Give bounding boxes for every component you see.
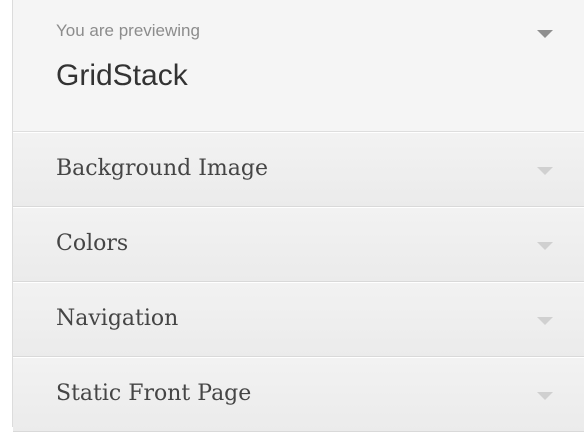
section-background-image[interactable]: Background Image: [13, 132, 584, 207]
customizer-panel: You are previewing GridStack Background …: [12, 0, 584, 432]
section-label: Navigation: [56, 306, 179, 331]
section-navigation[interactable]: Navigation: [13, 282, 584, 357]
theme-preview-header[interactable]: You are previewing GridStack: [13, 0, 584, 132]
section-label: Static Front Page: [56, 381, 252, 406]
section-colors[interactable]: Colors: [13, 207, 584, 282]
previewing-label: You are previewing: [56, 21, 200, 40]
chevron-down-icon: [537, 242, 553, 250]
section-static-front-page[interactable]: Static Front Page: [13, 357, 584, 432]
section-label: Background Image: [56, 156, 268, 181]
section-label: Colors: [56, 231, 129, 256]
chevron-down-icon: [537, 317, 553, 325]
chevron-down-icon[interactable]: [537, 30, 553, 38]
chevron-down-icon: [537, 167, 553, 175]
chevron-down-icon: [537, 392, 553, 400]
theme-name: GridStack: [56, 59, 188, 92]
